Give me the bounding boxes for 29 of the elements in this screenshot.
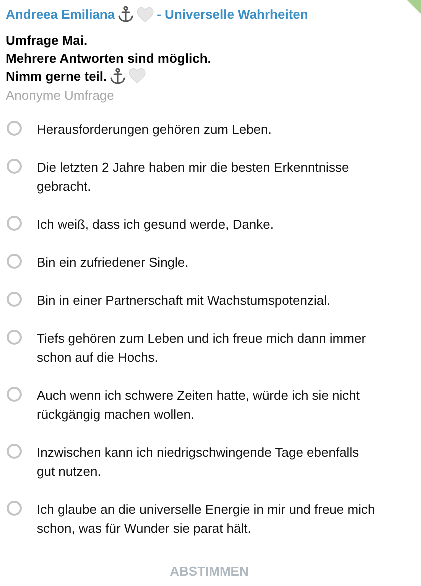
option-label: Tiefs gehören zum Leben und ich freue mich dann immer schon auf die Hochs. (37, 330, 368, 367)
radio-button[interactable] (7, 216, 22, 231)
option-label: Ich weiß, dass ich gesund werde, Danke. (37, 216, 276, 234)
radio-button[interactable] (7, 292, 22, 307)
option-label: Bin in einer Partnerschaft mit Wachstumspotenzial. (37, 292, 332, 310)
option-label: Inzwischen kann ich niedrigschwingende Tage ebenfalls gut nutzen. (37, 444, 360, 481)
radio-button[interactable] (7, 501, 22, 516)
radio-button[interactable] (7, 387, 22, 402)
sender-name: Andreea Emiliana (6, 7, 116, 22)
question-text: Nimm gerne teil. (6, 68, 108, 84)
option-label: Die letzten 2 Jahre haben mir die besten Erkenntnisse gebracht. (37, 159, 350, 196)
poll-type-label: Anonyme Umfrage (6, 87, 116, 105)
anchor-icon (110, 68, 126, 84)
anchor-icon (118, 6, 134, 23)
radio-button[interactable] (7, 330, 22, 345)
radio-button[interactable] (7, 121, 22, 136)
question-text: Mehrere Antworten sind möglich. (6, 50, 212, 66)
heart-icon (129, 68, 146, 84)
radio-button[interactable] (7, 254, 22, 269)
heart-icon (137, 6, 154, 22)
radio-button[interactable] (7, 444, 22, 459)
question-text: Umfrage Mai. (6, 32, 88, 48)
option-label: Herausforderungen gehören zum Leben. (37, 121, 273, 139)
option-label: Ich glaube an die universelle Energie in mir und freue mich schon, was für Wunder sie parat hält. (37, 501, 376, 538)
radio-button[interactable] (7, 159, 22, 174)
option-label: Bin ein zufriedener Single. (37, 254, 190, 272)
channel-name: - Universelle Wahrheiten (157, 7, 308, 22)
corner-decoration (407, 0, 421, 14)
option-label: Auch wenn ich schwere Zeiten hatte, würde ich sie nicht rückgängig machen wollen. (37, 387, 362, 424)
